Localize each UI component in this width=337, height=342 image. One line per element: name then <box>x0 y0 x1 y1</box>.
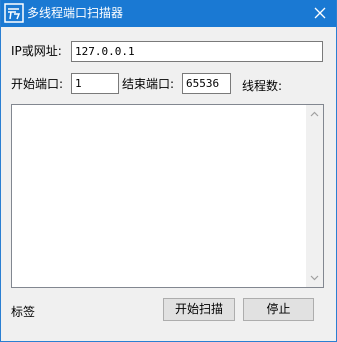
stop-button[interactable]: 停止 <box>243 298 314 321</box>
app-logo-icon <box>4 3 24 23</box>
end-port-input[interactable]: 65536 <box>182 73 231 94</box>
start-port-label: 开始端口: <box>11 77 64 91</box>
thread-count-label: 线程数: <box>242 79 283 93</box>
window-client-area: IP或网址: 127.0.0.1 开始端口: 1 结束端口: 65536 线程数… <box>1 27 336 341</box>
ip-label: IP或网址: <box>11 44 62 58</box>
close-button[interactable] <box>303 0 337 27</box>
end-port-label: 结束端口: <box>122 77 175 91</box>
ip-input[interactable]: 127.0.0.1 <box>71 41 323 62</box>
start-port-input[interactable]: 1 <box>71 73 119 94</box>
window-title: 多线程端口扫描器 <box>27 6 124 20</box>
scroll-down-icon[interactable] <box>310 275 319 281</box>
title-bar[interactable]: 多线程端口扫描器 <box>0 0 337 27</box>
status-label: 标签 <box>11 305 36 319</box>
output-textarea[interactable] <box>11 104 324 288</box>
start-scan-button[interactable]: 开始扫描 <box>163 298 235 321</box>
close-icon <box>314 7 326 19</box>
vertical-scrollbar[interactable] <box>306 105 323 287</box>
scroll-up-icon[interactable] <box>310 111 319 117</box>
